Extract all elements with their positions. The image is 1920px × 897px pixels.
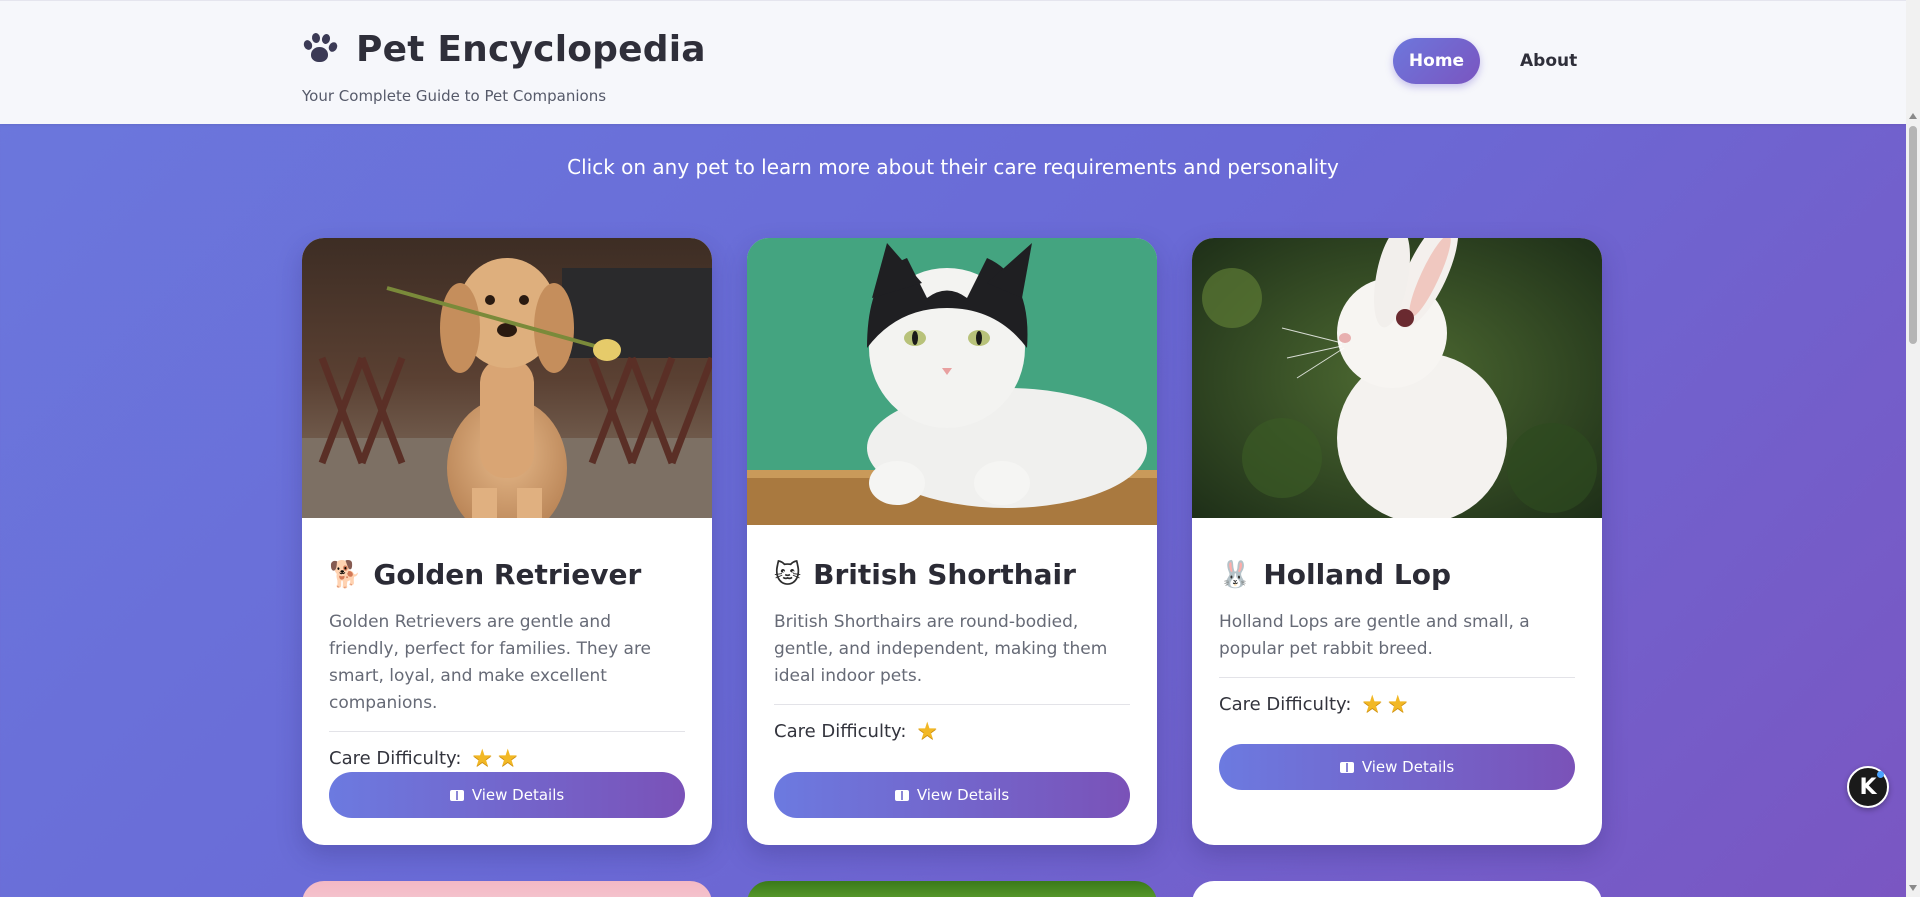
dog-icon: 🐕 [329,559,362,590]
button-label: View Details [1361,758,1455,776]
button-label: View Details [471,786,565,804]
button-label: View Details [916,786,1010,804]
pet-card-next-row[interactable] [1192,881,1602,897]
nav-home-button[interactable]: Home [1393,38,1480,84]
site-title: Pet Encyclopedia [356,29,706,70]
care-label: Care Difficulty: [774,720,907,742]
site-subtitle: Your Complete Guide to Pet Companions [302,87,607,105]
holland-lop-photo [1192,238,1602,518]
card-body: 🐰 Holland Lop Holland Lops are gentle an… [1219,558,1575,716]
status-dot-icon [1877,771,1884,778]
divider [329,731,685,732]
view-details-button[interactable]: View Details [329,772,685,818]
care-stars: ★ ★ [1361,692,1408,716]
care-label: Care Difficulty: [329,747,462,769]
star-icon: ★ [1361,690,1383,718]
card-body: 🐕 Golden Retriever Golden Retrievers are… [329,558,685,770]
card-title: Golden Retriever [373,558,642,591]
book-icon [894,789,909,801]
card-description: Golden Retrievers are gentle and friendl… [329,612,652,713]
star-icon: ★ [916,717,938,745]
pet-card-british-shorthair[interactable]: 🐱 British Shorthair British Shorthairs a… [747,238,1157,845]
floating-assistant-button[interactable]: K [1847,766,1889,808]
site-header: Pet Encyclopedia Your Complete Guide to … [0,0,1906,124]
scroll-down-icon[interactable] [1909,885,1917,891]
care-stars: ★ [916,719,938,743]
main-nav: Home About [1393,38,1587,84]
golden-retriever-photo [302,238,712,518]
view-details-button[interactable]: View Details [1219,744,1575,790]
cat-icon: 🐱 [774,559,802,590]
pet-card-next-row[interactable] [747,881,1157,897]
pet-card-holland-lop[interactable]: 🐰 Holland Lop Holland Lops are gentle an… [1192,238,1602,845]
care-difficulty: Care Difficulty: ★ ★ [329,746,685,770]
rabbit-icon: 🐰 [1219,559,1252,590]
card-title: British Shorthair [813,558,1076,591]
book-icon [1339,761,1354,773]
care-stars: ★ ★ [471,746,518,770]
care-difficulty: Care Difficulty: ★ ★ [1219,692,1575,716]
star-icon: ★ [471,744,493,772]
badge-label: K [1859,774,1877,800]
brand[interactable]: Pet Encyclopedia [302,29,706,70]
nav-about-link[interactable]: About [1510,51,1587,71]
card-body: 🐱 British Shorthair British Shorthairs a… [774,558,1130,743]
scroll-up-icon[interactable] [1909,113,1917,119]
star-icon: ★ [1386,690,1409,718]
paw-icon [302,30,342,70]
care-label: Care Difficulty: [1219,693,1352,715]
card-description: Holland Lops are gentle and small, a pop… [1219,612,1530,659]
pet-card-golden-retriever[interactable]: 🐕 Golden Retriever Golden Retrievers are… [302,238,712,845]
care-difficulty: Care Difficulty: ★ [774,719,1130,743]
star-icon: ★ [496,744,519,772]
book-icon [449,789,464,801]
intro-text: Click on any pet to learn more about the… [567,155,1339,179]
divider [1219,677,1575,678]
divider [774,704,1130,705]
view-details-button[interactable]: View Details [774,772,1130,818]
card-description: British Shorthairs are round-bodied, gen… [774,612,1108,686]
british-shorthair-photo [747,238,1157,525]
pet-card-next-row[interactable] [302,881,712,897]
card-title: Holland Lop [1263,558,1451,591]
scroll-thumb[interactable] [1909,126,1917,344]
page-scrollbar[interactable] [1906,0,1920,897]
